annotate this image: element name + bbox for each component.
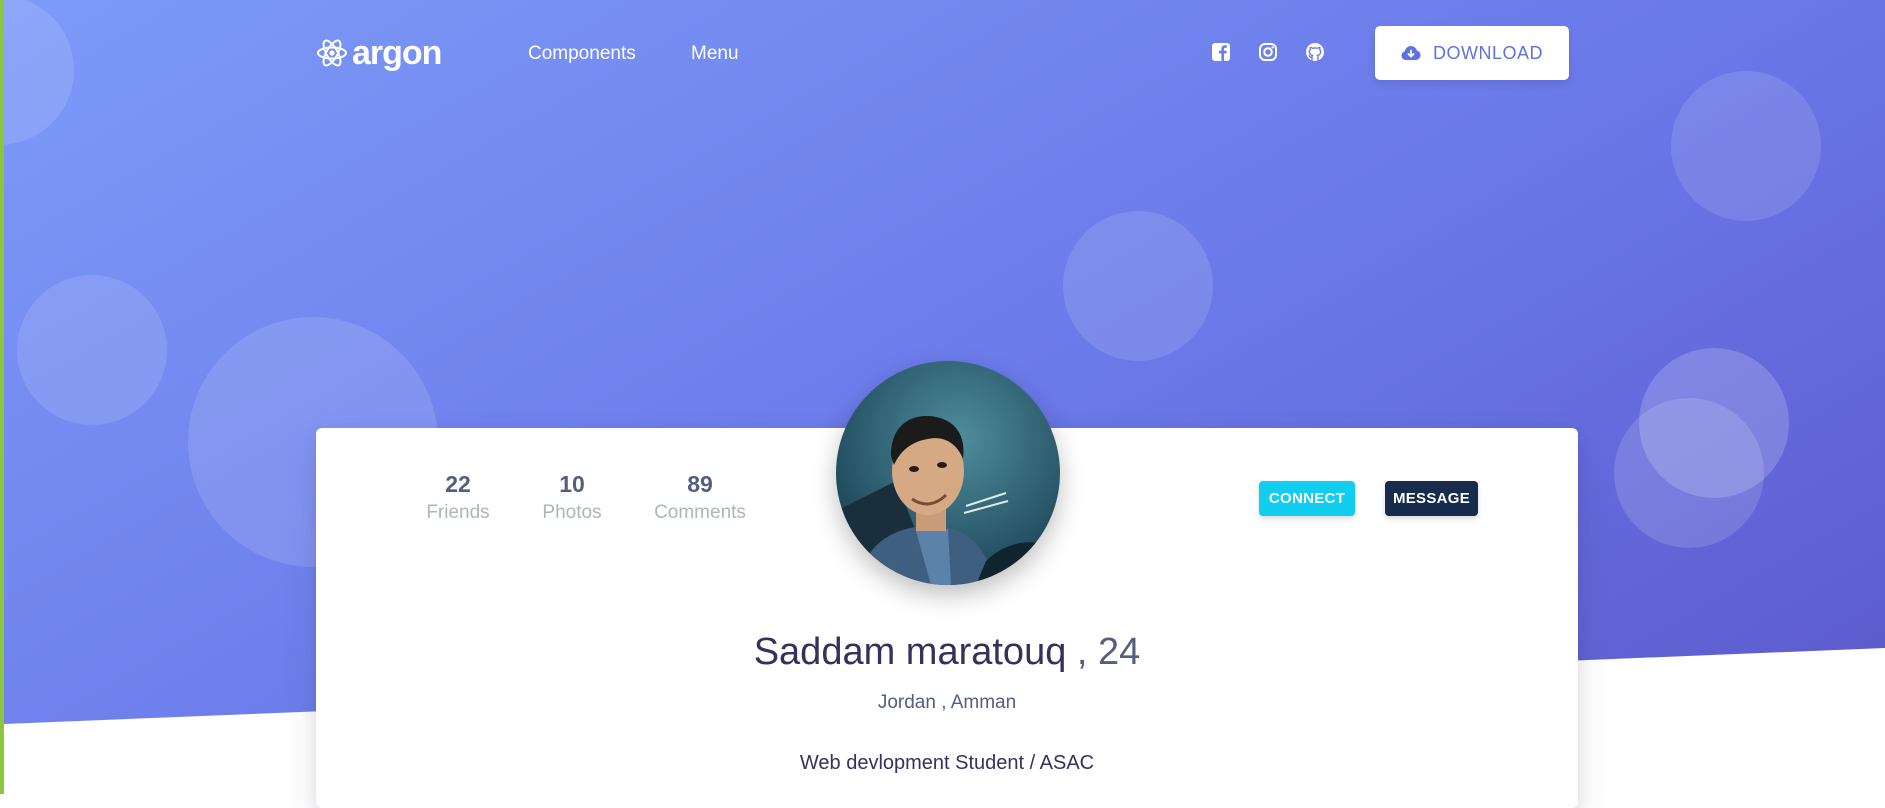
- nav-link-components[interactable]: Components: [528, 42, 636, 66]
- stat-label: Friends: [426, 502, 490, 523]
- brand-logo[interactable]: argon: [316, 34, 442, 72]
- facebook-icon[interactable]: [1211, 42, 1233, 64]
- stat-friends: 22 Friends: [423, 470, 493, 526]
- profile-name: Saddam maratouq: [753, 631, 1067, 673]
- stat-label: Photos: [542, 502, 602, 523]
- brand-name: argon: [352, 34, 442, 72]
- profile-name-line: Saddam maratouq , 24: [316, 630, 1578, 674]
- profile-role: Web devlopment Student / ASAC: [799, 752, 1095, 774]
- left-edge-strip: [0, 0, 4, 794]
- instagram-icon[interactable]: [1258, 42, 1280, 64]
- stat-photos: 10 Photos: [535, 470, 609, 526]
- nav-link-menu[interactable]: Menu: [691, 42, 739, 66]
- profile-age: , 24: [1076, 631, 1141, 673]
- react-atom-icon: [317, 39, 347, 67]
- stat-comments: 89 Comments: [650, 470, 750, 526]
- stat-label: Comments: [654, 502, 746, 523]
- decor-circle: [1063, 211, 1213, 361]
- profile-location: Jordan , Amman: [877, 692, 1017, 713]
- connect-button[interactable]: CONNECT: [1259, 481, 1355, 516]
- top-navbar: argon Components Menu DOWNLOAD: [0, 0, 1885, 106]
- decor-circle: [1614, 398, 1764, 548]
- github-icon[interactable]: [1305, 42, 1327, 64]
- decor-circle: [17, 275, 167, 425]
- download-label: DOWNLOAD: [1432, 42, 1543, 63]
- message-button[interactable]: MESSAGE: [1385, 481, 1478, 516]
- avatar: [836, 361, 1060, 585]
- stat-value: 10: [559, 471, 585, 497]
- stat-value: 89: [687, 471, 713, 497]
- download-button[interactable]: DOWNLOAD: [1375, 26, 1569, 80]
- cloud-download-icon: [1401, 46, 1421, 60]
- stat-value: 22: [445, 471, 471, 497]
